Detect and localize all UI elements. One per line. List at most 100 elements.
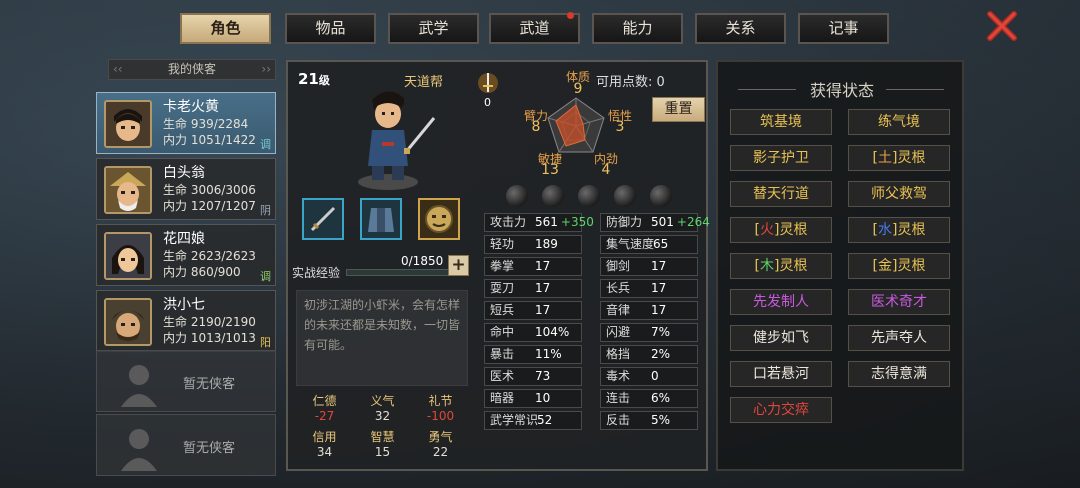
status-badge[interactable]: [木]灵根 <box>730 253 832 279</box>
status-badge[interactable]: 志得意满 <box>848 361 950 387</box>
status-badge[interactable]: 筑基境 <box>730 109 832 135</box>
close-icon[interactable] <box>986 10 1018 42</box>
empty-slot[interactable]: 暂无侠客 <box>96 414 276 476</box>
stat-row: 耍刀 17 <box>484 279 582 298</box>
roster-header: ‹‹ 我的侠客 ›› <box>108 59 276 80</box>
status-badge[interactable]: [火]灵根 <box>730 217 832 243</box>
empty-slot[interactable]: 暂无侠客 <box>96 350 276 412</box>
equipment-slot-accessory[interactable] <box>418 198 460 240</box>
status-badge[interactable]: 练气境 <box>848 109 950 135</box>
stat-label: 命中 <box>490 325 515 339</box>
stat-value: 11% <box>535 347 562 361</box>
stat-row: 武学常识 52 <box>484 411 582 430</box>
slot-orb-icon[interactable] <box>650 185 672 207</box>
tab-relations[interactable]: 关系 <box>695 13 786 44</box>
member-tag: 调 <box>260 270 271 283</box>
tab-abilities[interactable]: 能力 <box>592 13 683 44</box>
stat-value: 17 <box>535 259 551 273</box>
status-suffix: ]灵根 <box>892 222 926 238</box>
member-hp: 生命 2623/2623 <box>163 249 256 263</box>
tab-character[interactable]: 角色 <box>180 13 271 44</box>
member-tag: 阳 <box>260 336 271 349</box>
slot-orb-icon[interactable] <box>542 185 564 207</box>
status-badge[interactable]: 先发制人 <box>730 289 832 315</box>
roster-title: 我的侠客 <box>167 62 216 76</box>
character-panel: 21级 天道帮 实战经验 0/1850 + 初涉江湖的小虾米，会有怎样的未来还都… <box>286 60 710 471</box>
stat-value: 52 <box>537 413 553 427</box>
attr-value: 3 <box>615 119 625 135</box>
stat-label: 连击 <box>606 391 631 405</box>
status-text: 木 <box>760 258 774 274</box>
status-text: 练气境 <box>878 114 920 130</box>
status-text: 土 <box>878 150 892 166</box>
stat-value: 73 <box>535 369 551 383</box>
chevron-right-icon[interactable]: ›› <box>261 60 271 79</box>
status-badge[interactable]: 健步如飞 <box>730 325 832 351</box>
status-badge[interactable]: 口若悬河 <box>730 361 832 387</box>
chevron-left-icon[interactable]: ‹‹ <box>113 60 123 79</box>
roster-card[interactable]: 花四娘 生命 2623/2623 内力 860/900 调 <box>96 224 276 286</box>
exp-bar <box>346 269 452 276</box>
slot-orb-icon[interactable] <box>614 185 636 207</box>
stat-value: 65 <box>653 237 669 251</box>
stat-value: 17 <box>535 281 551 295</box>
stat-label: 耍刀 <box>490 281 515 295</box>
status-badge[interactable]: 心力交瘁 <box>730 397 832 423</box>
tab-martial-way[interactable]: 武道 <box>489 12 580 44</box>
stat-label: 集气速度 <box>606 237 655 251</box>
notification-dot <box>567 12 574 19</box>
stat-label: 毒术 <box>606 369 631 383</box>
stat-label: 医术 <box>490 369 515 383</box>
tab-journal[interactable]: 记事 <box>798 13 889 44</box>
stat-label: 轻功 <box>490 237 515 251</box>
slot-orb-icon[interactable] <box>578 185 600 207</box>
status-text: 替天行道 <box>753 186 809 202</box>
reset-button[interactable]: 重置 <box>652 97 705 122</box>
roster-card[interactable]: 白头翁 生命 3006/3006 内力 1207/1207 阴 <box>96 158 276 220</box>
status-badge[interactable]: 师父救驾 <box>848 181 950 207</box>
stat-row: 防御力 501 +264 <box>600 213 710 232</box>
status-suffix: ]灵根 <box>774 258 808 274</box>
status-badge[interactable]: [金]灵根 <box>848 253 950 279</box>
status-text: 筑基境 <box>760 114 802 130</box>
weapon-count: 0 <box>484 96 491 109</box>
stat-value: 501 +264 <box>651 215 710 229</box>
status-text: 口若悬河 <box>753 366 809 382</box>
status-text: 健步如飞 <box>753 330 809 346</box>
stat-label: 格挡 <box>606 347 631 361</box>
status-badge[interactable]: [土]灵根 <box>848 145 950 171</box>
status-text: 医术奇才 <box>871 294 927 310</box>
equipment-slot-armor[interactable] <box>360 198 402 240</box>
attr-value: 9 <box>573 81 583 97</box>
status-text: 金 <box>878 258 892 274</box>
stat-value: 561 +350 <box>535 215 594 229</box>
virtue-yiQi: 义气 32 <box>370 394 395 423</box>
avatar <box>104 298 152 346</box>
add-exp-button[interactable]: + <box>448 255 469 276</box>
equipment-slot-weapon[interactable] <box>302 198 344 240</box>
tab-label: 能力 <box>622 19 653 37</box>
exp-label: 实战经验 <box>292 266 341 280</box>
tab-label: 武学 <box>418 19 449 37</box>
status-badge[interactable]: 替天行道 <box>730 181 832 207</box>
stat-label: 拳掌 <box>490 259 515 273</box>
stat-row: 暴击 11% <box>484 345 582 364</box>
status-text: 心力交瘁 <box>753 402 809 418</box>
member-name: 洪小七 <box>163 297 205 313</box>
tab-martial-arts[interactable]: 武学 <box>388 13 479 44</box>
status-badge[interactable]: 影子护卫 <box>730 145 832 171</box>
stat-label: 长兵 <box>606 281 631 295</box>
stat-label: 防御力 <box>606 215 643 229</box>
member-name: 卡老火黄 <box>163 99 219 115</box>
stat-row: 闪避 7% <box>600 323 698 342</box>
slot-orb-icon[interactable] <box>506 185 528 207</box>
member-mp: 内力 1013/1013 <box>163 331 256 345</box>
status-badge[interactable]: [水]灵根 <box>848 217 950 243</box>
member-mp: 内力 1051/1422 <box>163 133 256 147</box>
tab-items[interactable]: 物品 <box>285 13 376 44</box>
status-badge[interactable]: 先声夺人 <box>848 325 950 351</box>
stat-row: 拳掌 17 <box>484 257 582 276</box>
status-badge[interactable]: 医术奇才 <box>848 289 950 315</box>
roster-card[interactable]: 洪小七 生命 2190/2190 内力 1013/1013 阳 <box>96 290 276 352</box>
roster-card[interactable]: 卡老火黄 生命 939/2284 内力 1051/1422 调 <box>96 92 276 154</box>
